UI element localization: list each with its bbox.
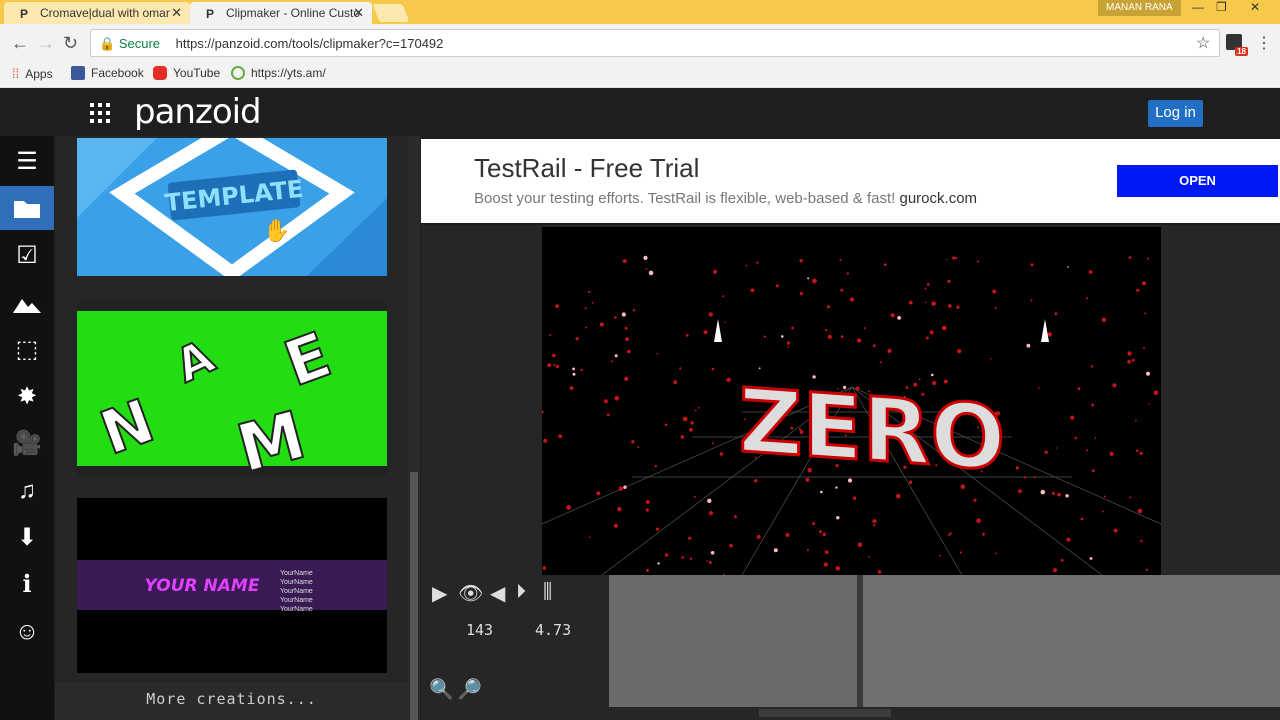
timeline-scrollbar[interactable] (609, 707, 1280, 720)
ad-subtitle-text: Boost your testing efforts. TestRail is … (474, 190, 896, 207)
timeline[interactable] (609, 575, 1280, 707)
menu-icon[interactable]: ☰ (0, 140, 54, 184)
gallery-scrollbar[interactable] (408, 136, 420, 720)
facebook-icon (71, 66, 85, 80)
apps-grid-icon: ⁞⁞ (12, 66, 20, 81)
tool-sidebar: ☰ ☑ ⬚ ✸ 🎥 ♫ ⬇ ℹ ☺ (0, 136, 54, 720)
maximize-icon[interactable]: ❐ (1216, 0, 1227, 14)
ad-title: TestRail - Free Trial (474, 153, 700, 183)
eye-icon[interactable]: 👁 (458, 581, 483, 606)
scrollbar-thumb[interactable] (410, 472, 418, 720)
close-window-icon[interactable]: ✕ (1250, 0, 1260, 14)
waveform-icon[interactable]: ⫼ (543, 581, 552, 604)
volume-icon[interactable]: ◀ (490, 581, 505, 606)
folder-icon[interactable] (0, 186, 54, 230)
tab-title: Cromave|dual with omar (40, 6, 170, 20)
reload-icon[interactable]: ↻ (63, 33, 78, 54)
time-counter: 4.73 (535, 621, 572, 639)
zoom-out-icon[interactable]: 🔍 (429, 677, 454, 702)
back-icon[interactable]: ← (11, 33, 29, 54)
banner-line: YourName (280, 570, 313, 577)
panzoid-favicon-icon: P (20, 7, 29, 21)
bookmark-label: Facebook (91, 66, 144, 80)
preview-canvas[interactable]: ZERO (540, 227, 1162, 576)
bookmark-youtube[interactable]: YouTube (153, 66, 220, 80)
bookmark-facebook[interactable]: Facebook (71, 66, 144, 80)
playback-controls: ▶ 👁 ◀ ⏵ ⫼ 143 4.73 🔍 🔎 (421, 575, 609, 720)
apps-grid-icon[interactable] (90, 103, 110, 123)
image-icon[interactable] (0, 281, 54, 325)
frame-counter: 143 (466, 621, 494, 639)
step-forward-icon[interactable]: ⏵ (516, 581, 526, 604)
login-button[interactable]: Log in (1148, 100, 1203, 127)
url-text: https://panzoid.com/tools/clipmaker?c=17… (175, 36, 444, 51)
banner-line: YourName (280, 597, 313, 604)
svg-text:✋: ✋ (263, 218, 290, 243)
browser-tab-strip: P Cromave|dual with omar ✕ P Clipmaker -… (0, 0, 1280, 24)
bookmark-yts[interactable]: https://yts.am/ (231, 66, 326, 80)
scrollbar-thumb[interactable] (759, 709, 891, 717)
camera-icon[interactable]: 🎥 (0, 422, 54, 466)
checkbox-icon[interactable]: ☑ (0, 234, 54, 278)
tab-title: Clipmaker - Online Custo (226, 6, 361, 20)
zoom-in-icon[interactable]: 🔎 (457, 677, 482, 702)
site-logo[interactable]: panzoid (134, 92, 262, 132)
bookmark-label: Apps (25, 66, 53, 81)
music-icon[interactable]: ♫ (0, 469, 54, 513)
ad-subtitle: Boost your testing efforts. TestRail is … (474, 190, 977, 207)
timeline-track[interactable] (863, 575, 1280, 707)
smiley-icon[interactable]: ☺ (0, 610, 54, 654)
minimize-icon[interactable]: — (1192, 0, 1204, 14)
browser-menu-icon[interactable]: ⋮ (1256, 33, 1272, 53)
profile-name[interactable]: MANAN RANA (1098, 0, 1181, 16)
play-icon[interactable]: ▶ (432, 581, 447, 606)
burst-icon[interactable]: ✸ (0, 375, 54, 419)
banner-line: YourName (280, 579, 313, 586)
bookmarks-bar: ⁞⁞ Apps Facebook YouTube https://yts.am/ (0, 62, 1280, 88)
banner-title: YOUR NAME (145, 576, 260, 596)
close-tab-icon[interactable]: ✕ (171, 5, 182, 21)
lock-icon: 🔒 (99, 36, 116, 51)
browser-tab[interactable]: P Cromave|dual with omar ✕ (4, 2, 190, 24)
ad-open-button[interactable]: OPEN (1117, 165, 1278, 197)
ad-banner[interactable]: TestRail - Free Trial Boost your testing… (421, 139, 1280, 223)
cube-icon[interactable]: ⬚ (0, 328, 54, 372)
close-tab-icon[interactable]: ✕ (353, 5, 364, 21)
more-creations-link[interactable]: More creations... (55, 682, 408, 720)
extension-badge: 18 (1235, 47, 1248, 56)
banner-line: YourName (280, 606, 313, 613)
url-field[interactable]: 🔒 Secure https://panzoid.com/tools/clipm… (90, 29, 1220, 57)
bookmark-label: https://yts.am/ (251, 66, 326, 80)
template-thumbnail[interactable]: TEMPLATE ✋ (77, 136, 387, 282)
browser-tab-active[interactable]: P Clipmaker - Online Custo ✕ (190, 2, 372, 24)
yts-icon (231, 66, 245, 80)
bookmark-apps[interactable]: ⁞⁞ Apps (12, 66, 53, 81)
site-header: panzoid Log in (0, 88, 1280, 136)
banner-thumbnail[interactable]: YOUR NAME YourName YourName YourName You… (77, 498, 387, 673)
bookmark-star-icon[interactable]: ☆ (1196, 33, 1210, 53)
new-tab-button[interactable] (372, 4, 410, 22)
info-icon[interactable]: ℹ (0, 563, 54, 607)
secure-label: Secure (118, 36, 161, 51)
ad-domain: gurock.com (899, 190, 978, 207)
download-icon[interactable]: ⬇ (0, 516, 54, 560)
name-thumbnail[interactable]: N A E M (77, 301, 387, 489)
bookmark-label: YouTube (173, 66, 221, 80)
panzoid-favicon-icon: P (206, 7, 215, 21)
forward-icon[interactable]: → (37, 33, 55, 54)
banner-line: YourName (280, 588, 313, 595)
extension-icon[interactable]: 18 (1226, 34, 1248, 56)
preview-text: ZERO (739, 369, 1005, 491)
address-bar-row: ← → ↻ 🔒 Secure https://panzoid.com/tools… (0, 24, 1280, 62)
youtube-icon (153, 66, 167, 80)
creations-gallery: TEMPLATE ✋ N A E M YOUR NAME YourName Yo… (55, 136, 408, 690)
